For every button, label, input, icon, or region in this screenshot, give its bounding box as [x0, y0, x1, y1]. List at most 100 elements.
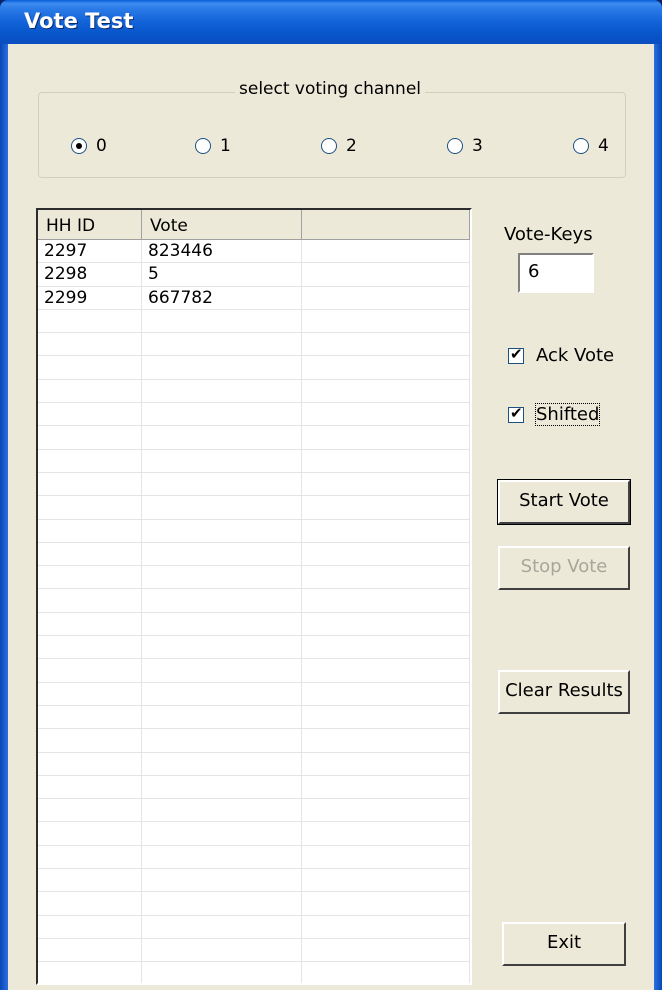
- table-cell: [38, 496, 142, 520]
- dialog-client-area: select voting channel 0 1 2 3 4 HH ID Vo…: [8, 44, 654, 990]
- empty-row: [38, 612, 470, 637]
- table-cell: [38, 752, 142, 776]
- table-cell: [142, 729, 302, 753]
- table-cell: [302, 403, 470, 427]
- table-cell: [38, 705, 142, 730]
- channel-radio-label: 3: [472, 136, 483, 156]
- table-cell: [142, 938, 302, 963]
- table-cell: [302, 240, 470, 264]
- channel-radio-1[interactable]: 1: [195, 135, 231, 157]
- table-cell: 2299: [38, 286, 142, 310]
- table-cell: [302, 845, 470, 870]
- empty-row: [38, 705, 470, 730]
- empty-row: [38, 682, 470, 706]
- channel-radio-label: 4: [598, 136, 609, 156]
- radio-unchecked-icon: [573, 138, 589, 154]
- radio-unchecked-icon: [321, 138, 337, 154]
- clear-results-button[interactable]: Clear Results: [498, 670, 630, 714]
- stop-vote-button[interactable]: Stop Vote: [498, 546, 630, 590]
- table-cell: [142, 449, 302, 473]
- empty-row: [38, 496, 470, 520]
- table-cell: 2298: [38, 263, 142, 287]
- table-cell: [302, 799, 470, 823]
- empty-row: [38, 822, 470, 846]
- table-cell: [142, 799, 302, 823]
- table-cell: [302, 566, 470, 590]
- column-header-hh-id[interactable]: HH ID: [38, 210, 142, 240]
- table-cell: [302, 426, 470, 450]
- channel-radio-3[interactable]: 3: [447, 135, 483, 157]
- table-cell: [142, 636, 302, 660]
- table-cell: [302, 263, 470, 287]
- table-cell: [38, 542, 142, 567]
- channel-radio-2[interactable]: 2: [321, 135, 357, 157]
- table-cell: [38, 915, 142, 939]
- empty-row: [38, 333, 470, 357]
- column-header-empty[interactable]: [302, 210, 470, 240]
- channel-radio-4[interactable]: 4: [573, 135, 609, 157]
- table-cell: [302, 309, 470, 334]
- table-cell: [142, 403, 302, 427]
- table-cell: [38, 845, 142, 870]
- checkbox-checked-icon: [508, 345, 524, 364]
- table-cell: [38, 682, 142, 706]
- table-cell: [142, 379, 302, 404]
- radio-unchecked-icon: [195, 138, 211, 154]
- table-cell: [38, 403, 142, 427]
- empty-row: [38, 962, 470, 983]
- channel-radio-label: 0: [96, 136, 107, 156]
- listview-body: 2297 823446 2298 5 2299 667782: [38, 240, 470, 983]
- table-cell: [142, 426, 302, 450]
- empty-row: [38, 729, 470, 753]
- table-cell: [38, 379, 142, 404]
- table-cell: [142, 962, 302, 983]
- empty-row: [38, 379, 470, 404]
- empty-row: [38, 403, 470, 427]
- table-row[interactable]: 2299 667782: [38, 286, 470, 310]
- table-cell: [38, 519, 142, 543]
- table-row[interactable]: 2297 823446: [38, 240, 470, 264]
- channel-radio-0[interactable]: 0: [71, 135, 107, 157]
- listview-header: HH ID Vote: [38, 210, 470, 240]
- table-cell: [142, 752, 302, 776]
- table-row[interactable]: 2298 5: [38, 263, 470, 287]
- table-cell: [142, 472, 302, 497]
- table-cell: [38, 659, 142, 683]
- table-cell: [302, 682, 470, 706]
- vote-keys-label: Vote-Keys: [504, 224, 593, 245]
- empty-row: [38, 892, 470, 916]
- exit-button[interactable]: Exit: [502, 922, 626, 966]
- start-vote-button[interactable]: Start Vote: [497, 479, 631, 525]
- table-cell: [302, 333, 470, 357]
- empty-row: [38, 356, 470, 380]
- shifted-checkbox[interactable]: Shifted: [508, 403, 601, 426]
- table-cell: [38, 962, 142, 983]
- title-bar[interactable]: Vote Test: [0, 0, 662, 44]
- ack-vote-checkbox[interactable]: Ack Vote: [508, 345, 614, 366]
- table-cell: [142, 542, 302, 567]
- channel-group-label: select voting channel: [235, 79, 426, 99]
- table-cell: [142, 705, 302, 730]
- table-cell: [38, 589, 142, 613]
- app-window: Vote Test select voting channel 0 1 2 3: [0, 0, 662, 990]
- table-cell: [302, 729, 470, 753]
- results-listview[interactable]: HH ID Vote 2297 823446 2298 5 2299 667782: [36, 208, 472, 985]
- table-cell: [38, 822, 142, 846]
- table-cell: 667782: [142, 286, 302, 310]
- table-cell: [142, 309, 302, 334]
- radio-checked-icon: [71, 138, 87, 154]
- table-cell: [142, 659, 302, 683]
- empty-row: [38, 426, 470, 450]
- table-cell: [38, 472, 142, 497]
- table-cell: [302, 542, 470, 567]
- column-header-vote[interactable]: Vote: [142, 210, 302, 240]
- table-cell: [142, 333, 302, 357]
- table-cell: [38, 333, 142, 357]
- table-cell: [142, 822, 302, 846]
- vote-keys-input[interactable]: 6: [518, 253, 594, 293]
- table-cell: [302, 705, 470, 730]
- empty-row: [38, 845, 470, 870]
- ack-vote-label: Ack Vote: [536, 345, 615, 366]
- table-cell: [38, 566, 142, 590]
- table-cell: [302, 822, 470, 846]
